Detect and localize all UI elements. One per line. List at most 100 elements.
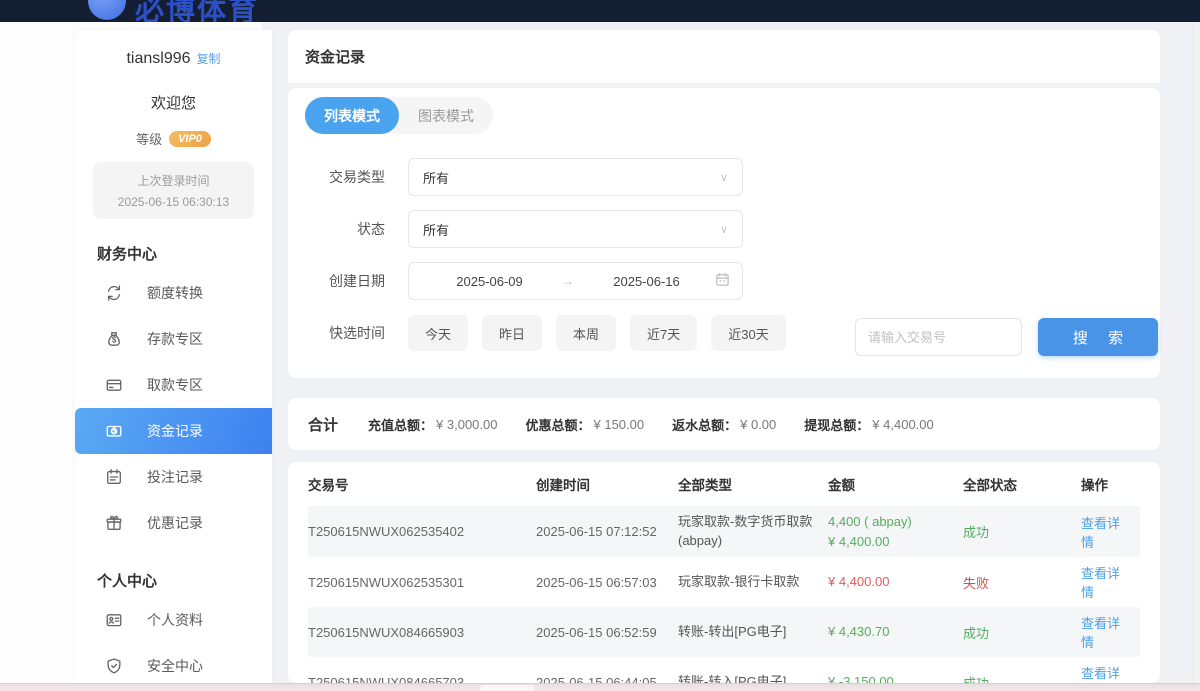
sidebar-item-label: 存款专区 <box>147 329 203 349</box>
sidebar-item-security-center[interactable]: 安全中心 <box>75 643 272 683</box>
summary-bar: 合计 充值总额：¥ 3,000.00优惠总额：¥ 150.00返水总额：¥ 0.… <box>288 398 1160 450</box>
banknote-icon: $ <box>105 422 123 440</box>
quick-time-button-2[interactable]: 本周 <box>556 315 616 351</box>
welcome-text: 欢迎您 <box>75 92 272 113</box>
sidebar-item-funds-record[interactable]: $ 资金记录 <box>75 408 272 454</box>
quick-time-button-4[interactable]: 近30天 <box>711 315 785 351</box>
vertical-scrollbar[interactable] <box>1193 22 1200 683</box>
summary-item-label: 充值总额： <box>368 415 433 434</box>
svg-text:$: $ <box>112 426 117 435</box>
table-row: T250615NWUX0846657032025-06-15 06:44:05转… <box>308 657 1140 683</box>
column-header: 金额 <box>828 474 963 494</box>
type-filter-label: 交易类型 <box>288 167 385 187</box>
amount-line: ¥ 4,400.00 <box>828 572 955 592</box>
username-text: tiansl996 <box>126 50 190 67</box>
title-bar: 资金记录 <box>288 30 1160 83</box>
transaction-id: T250615NWUX062535301 <box>308 575 536 590</box>
last-login-label: 上次登录时间 <box>99 172 248 189</box>
created-time: 2025-06-15 06:44:05 <box>536 675 678 684</box>
sidebar-item-label: 优惠记录 <box>147 513 203 533</box>
type-select[interactable]: 所有 ∨ <box>408 158 743 196</box>
page: 必博体育 tiansl996 复制 欢迎您 等级 VIP0 上次登录时间 2025… <box>0 0 1200 691</box>
transaction-id: T250615NWUX084665703 <box>308 675 536 684</box>
table-row: T250615NWUX0625353012025-06-15 06:57:03玩… <box>308 557 1140 607</box>
exchange-icon <box>105 284 123 302</box>
filter-row-date: 创建日期 2025-06-09 → 2025-06-16 <box>288 262 743 300</box>
tab-list-mode[interactable]: 列表模式 <box>305 97 399 134</box>
idcard-icon <box>105 611 123 629</box>
chevron-down-icon: ∨ <box>720 223 728 236</box>
status-filter-label: 状态 <box>288 219 385 239</box>
created-time: 2025-06-15 06:57:03 <box>536 575 678 590</box>
username: tiansl996 复制 <box>75 50 272 68</box>
shield-icon <box>105 657 123 675</box>
tab-chart-mode[interactable]: 图表模式 <box>399 97 493 134</box>
date-filter-label: 创建日期 <box>288 271 385 291</box>
filter-row-status: 状态 所有 ∨ <box>288 210 743 248</box>
brand-logo-icon <box>88 0 126 20</box>
view-details-link[interactable]: 查看详情 <box>1081 563 1140 601</box>
main-content: 资金记录 列表模式图表模式 交易类型 所有 ∨ 状态 所有 ∨ 创建日期 <box>288 30 1160 683</box>
status-select[interactable]: 所有 ∨ <box>408 210 743 248</box>
view-details-link[interactable]: 查看详情 <box>1081 663 1140 683</box>
summary-item-value: ¥ 4,400.00 <box>872 417 933 432</box>
amount: ¥ 4,430.70 <box>828 622 963 642</box>
sidebar-section-title: 个人中心 <box>97 570 272 591</box>
top-header-bar: 必博体育 <box>0 0 1200 22</box>
amount-line: 4,400 ( abpay) <box>828 512 955 532</box>
sidebar-item-label: 资金记录 <box>147 421 203 441</box>
column-header: 全部状态 <box>963 474 1081 494</box>
sidebar-item-label: 取款专区 <box>147 375 203 395</box>
calendar-icon <box>715 272 730 290</box>
status-badge: 成功 <box>963 522 1081 541</box>
transaction-type: 玩家取款-数字货币取款 (abpay) <box>678 513 828 551</box>
last-login-box: 上次登录时间 2025-06-15 06:30:13 <box>93 162 254 219</box>
brand-title: 必博体育 <box>135 0 259 22</box>
sidebar-section-title: 财务中心 <box>97 243 272 264</box>
sidebar-item-profile[interactable]: 个人资料 <box>75 597 272 643</box>
sidebar-item-promo-record[interactable]: 优惠记录 <box>75 500 272 546</box>
sidebar-item-quota-transfer[interactable]: 额度转换 <box>75 270 272 316</box>
table-row: T250615NWUX0846659032025-06-15 06:52:59转… <box>308 607 1140 657</box>
last-login-time: 2025-06-15 06:30:13 <box>99 195 248 209</box>
created-time: 2025-06-15 06:52:59 <box>536 625 678 640</box>
amount-line: ¥ 4,400.00 <box>828 532 955 552</box>
copy-username-button[interactable]: 复制 <box>197 52 221 66</box>
level-label: 等级 <box>136 129 162 148</box>
sidebar-item-bet-record[interactable]: 投注记录 <box>75 454 272 500</box>
svg-text:$: $ <box>112 335 117 344</box>
summary-item-value: ¥ 3,000.00 <box>436 417 497 432</box>
transaction-type: 转账-转出[PG电子] <box>678 623 828 642</box>
date-to-value[interactable]: 2025-06-16 <box>578 274 715 289</box>
quick-time-button-1[interactable]: 昨日 <box>482 315 542 351</box>
sidebar-item-withdraw-zone[interactable]: 取款专区 <box>75 362 272 408</box>
table-row: T250615NWUX0625354022025-06-15 07:12:52玩… <box>308 506 1140 557</box>
bottom-window-edge <box>0 683 1200 691</box>
filter-row-type: 交易类型 所有 ∨ <box>288 158 743 196</box>
sidebar-item-label: 个人资料 <box>147 610 203 630</box>
search-button[interactable]: 搜 索 <box>1038 318 1158 356</box>
quick-time-button-0[interactable]: 今天 <box>408 315 468 351</box>
summary-item-label: 优惠总额： <box>525 415 590 434</box>
vip-badge: VIP0 <box>169 131 211 147</box>
status-select-value: 所有 <box>423 220 449 239</box>
view-details-link[interactable]: 查看详情 <box>1081 513 1140 551</box>
type-select-value: 所有 <box>423 168 449 187</box>
level-line: 等级 VIP0 <box>75 129 272 148</box>
amount: ¥ 4,400.00 <box>828 572 963 592</box>
transaction-search-input[interactable] <box>855 318 1022 356</box>
date-range-picker[interactable]: 2025-06-09 → 2025-06-16 <box>408 262 743 300</box>
sidebar-item-deposit-zone[interactable]: $ 存款专区 <box>75 316 272 362</box>
sidebar-item-label: 安全中心 <box>147 656 203 676</box>
records-table: 交易号创建时间全部类型金额全部状态操作 T250615NWUX062535402… <box>288 462 1160 683</box>
view-details-link[interactable]: 查看详情 <box>1081 613 1140 651</box>
quick-time-buttons: 今天昨日本周近7天近30天 <box>408 315 786 351</box>
sidebar-menu: 财务中心额度转换 $ 存款专区取款专区 $ 资金记录投注记录优惠记录个人中心个人资料安全… <box>75 243 272 683</box>
sidebar-item-label: 投注记录 <box>147 467 203 487</box>
transaction-id: T250615NWUX062535402 <box>308 524 536 539</box>
quick-time-button-3[interactable]: 近7天 <box>630 315 697 351</box>
amount: ¥ -3,150.00 <box>828 672 963 683</box>
quick-time-label: 快选时间 <box>288 323 385 343</box>
date-from-value[interactable]: 2025-06-09 <box>421 274 558 289</box>
column-header: 操作 <box>1081 474 1140 494</box>
